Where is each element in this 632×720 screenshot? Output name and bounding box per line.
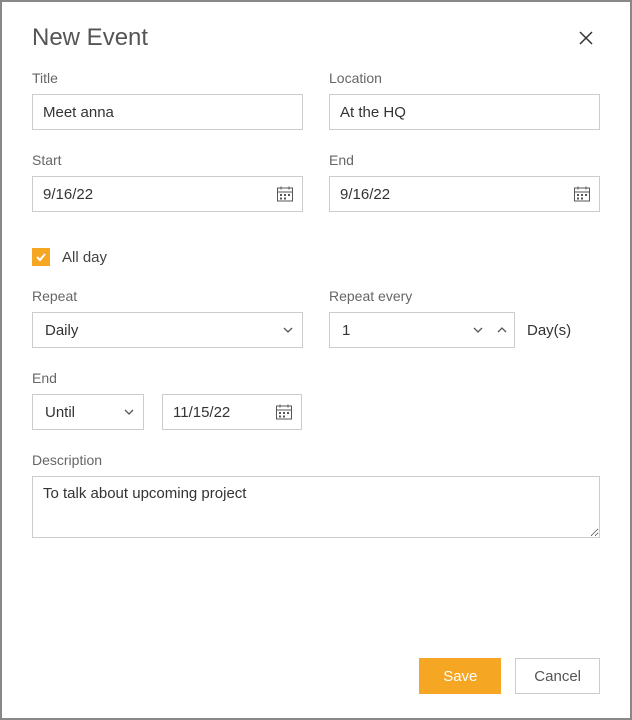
new-event-dialog: New Event Title Location Start 9/16/22 [0, 0, 632, 720]
end-condition-label: End [32, 370, 600, 386]
location-input[interactable] [329, 94, 600, 130]
repeat-label: Repeat [32, 288, 303, 304]
repeat-every-value: 1 [342, 322, 350, 339]
repeat-select[interactable]: Daily [32, 312, 303, 348]
stepper-decrease[interactable] [472, 324, 484, 336]
save-button[interactable]: Save [419, 658, 501, 694]
stepper-increase[interactable] [496, 324, 508, 336]
start-date-input[interactable]: 9/16/22 [32, 176, 303, 212]
description-field: Description [32, 452, 600, 543]
end-mode-value: Until [45, 404, 75, 421]
cancel-button[interactable]: Cancel [515, 658, 600, 694]
allday-label: All day [62, 249, 107, 266]
end-condition-field: End Until 11/15/22 [32, 370, 600, 430]
repeat-every-label: Repeat every [329, 288, 600, 304]
chevron-down-icon [282, 324, 294, 336]
start-field: Start 9/16/22 [32, 152, 303, 212]
calendar-icon [573, 185, 591, 203]
close-icon [578, 30, 594, 46]
dialog-footer: Save Cancel [419, 658, 600, 694]
title-input[interactable] [32, 94, 303, 130]
description-input[interactable] [32, 476, 600, 538]
dialog-header: New Event [32, 24, 600, 52]
end-until-date-input[interactable]: 11/15/22 [162, 394, 302, 430]
start-label: Start [32, 152, 303, 168]
end-until-date-value: 11/15/22 [173, 404, 230, 421]
end-date-field: End 9/16/22 [329, 152, 600, 212]
repeat-value: Daily [45, 322, 78, 339]
chevron-down-icon [123, 406, 135, 418]
repeat-every-unit: Day(s) [527, 322, 571, 339]
end-date-value: 9/16/22 [340, 186, 390, 203]
check-icon [35, 251, 47, 263]
location-label: Location [329, 70, 600, 86]
calendar-icon [275, 403, 293, 421]
end-mode-select[interactable]: Until [32, 394, 144, 430]
dialog-title: New Event [32, 24, 148, 52]
title-label: Title [32, 70, 303, 86]
allday-field: All day [32, 248, 600, 266]
start-date-value: 9/16/22 [43, 186, 93, 203]
end-date-label: End [329, 152, 600, 168]
chevron-up-icon [496, 324, 508, 336]
end-date-input[interactable]: 9/16/22 [329, 176, 600, 212]
close-button[interactable] [572, 24, 600, 52]
location-field: Location [329, 70, 600, 130]
chevron-down-icon [472, 324, 484, 336]
description-label: Description [32, 452, 600, 468]
allday-checkbox[interactable] [32, 248, 50, 266]
repeat-every-field: Repeat every 1 [329, 288, 600, 348]
repeat-field: Repeat Daily [32, 288, 303, 348]
repeat-every-stepper[interactable]: 1 [329, 312, 515, 348]
title-field: Title [32, 70, 303, 130]
calendar-icon [276, 185, 294, 203]
